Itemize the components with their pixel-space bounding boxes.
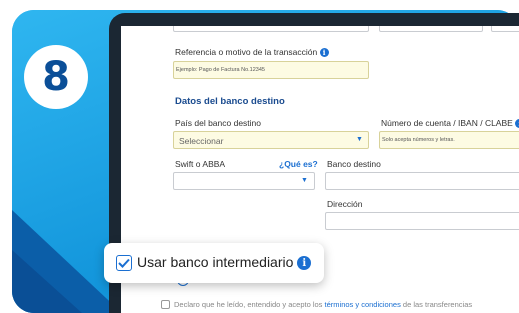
bank-name-input[interactable] (325, 172, 519, 190)
intermediary-bank-callout: Usar banco intermediario i (104, 243, 324, 283)
top-input-partial-2[interactable] (379, 26, 483, 32)
intermediary-checkbox[interactable] (116, 255, 132, 271)
info-icon[interactable]: i (515, 119, 519, 129)
top-input-partial-3[interactable] (491, 26, 519, 32)
check-icon (118, 258, 130, 268)
account-hint: Solo acepta números y letras. (382, 137, 455, 143)
reference-input[interactable]: Ejemplo: Pago de Factura No.12345 (173, 61, 369, 79)
chevron-down-icon: ▼ (301, 177, 308, 184)
terms-link[interactable]: términos y condiciones (325, 300, 401, 309)
reference-label-text: Referencia o motivo de la transacción (175, 47, 318, 57)
step-number: 8 (42, 54, 70, 100)
swift-label: Swift o ABBA (175, 159, 226, 169)
chevron-down-icon: ▼ (356, 136, 363, 143)
reference-label: Referencia o motivo de la transacción i (175, 47, 329, 58)
reference-placeholder: Ejemplo: Pago de Factura No.12345 (176, 67, 265, 73)
intermediary-label-text: Usar banco intermediario (137, 254, 294, 270)
country-select-value: Seleccionar (179, 136, 224, 146)
country-select[interactable]: Seleccionar ▼ (173, 131, 369, 149)
terms-disclaimer: Declaro que he leído, entendido y acepto… (161, 300, 472, 309)
info-icon[interactable]: i (297, 256, 312, 271)
disclaimer-prefix: Declaro que he leído, entendido y acepto… (174, 300, 325, 309)
step-badge: 8 (24, 45, 88, 109)
intermediary-label: Usar banco intermediario i (137, 254, 312, 271)
bank-section-title: Datos del banco destino (175, 96, 285, 107)
country-label: País del banco destino (175, 118, 262, 128)
account-label: Número de cuenta / IBAN / CLABE i (381, 118, 519, 129)
info-icon[interactable]: i (319, 48, 329, 58)
address-label: Dirección (327, 199, 363, 209)
terms-checkbox[interactable] (161, 300, 170, 309)
account-input[interactable]: Solo acepta números y letras. (379, 131, 519, 149)
what-is-link[interactable]: ¿Qué es? (279, 159, 318, 169)
bank-name-label: Banco destino (327, 159, 381, 169)
top-input-partial[interactable] (173, 26, 369, 32)
disclaimer-suffix: de las transferencias (400, 300, 473, 309)
address-input[interactable] (325, 212, 519, 230)
account-label-text: Número de cuenta / IBAN / CLABE (381, 118, 513, 128)
swift-select[interactable]: ▼ (173, 172, 315, 190)
